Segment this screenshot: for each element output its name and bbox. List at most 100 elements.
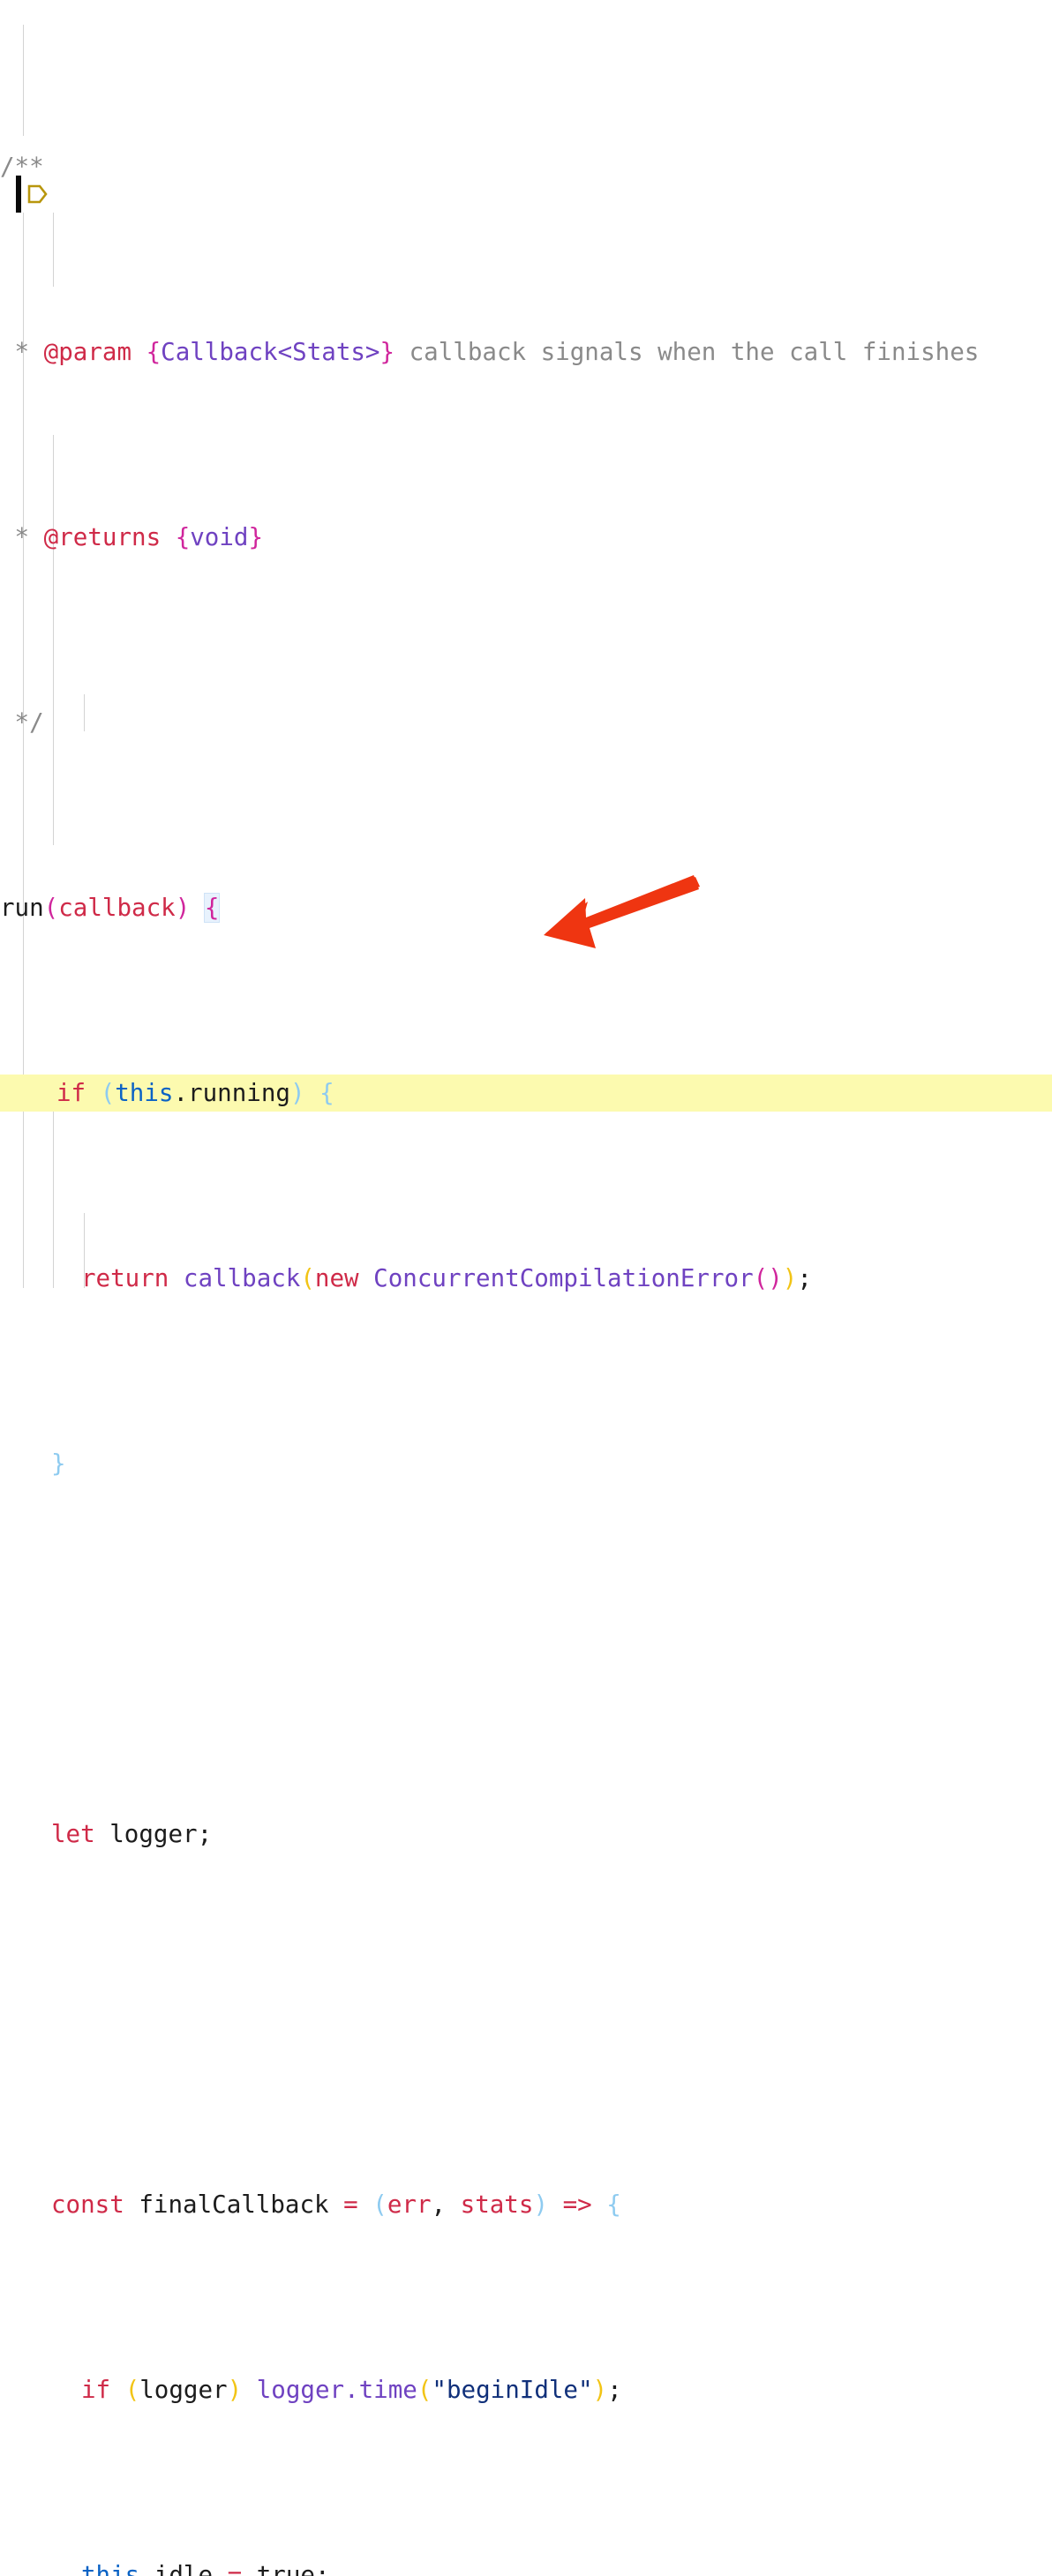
code-token-property: idle — [154, 2561, 214, 2576]
code-editor[interactable]: /** * @param {Callback<Stats>} callback … — [0, 0, 1052, 2576]
code-token-dot: . — [344, 2376, 359, 2404]
code-token-paren: ) — [227, 2376, 243, 2404]
code-token-keyword: const — [51, 2190, 124, 2219]
code-line[interactable]: run(callback) { — [0, 889, 1052, 926]
code-token-type: Callback<Stats> — [161, 338, 380, 366]
code-token-arrow: => — [562, 2190, 592, 2219]
code-token-comment: * — [0, 338, 44, 366]
code-token-paren: ) — [768, 1264, 783, 1292]
code-token-keyword: return — [81, 1264, 169, 1292]
code-token-dot: . — [139, 2561, 154, 2576]
code-token-function: run — [0, 894, 44, 922]
code-token-function: callback — [183, 1264, 301, 1292]
code-line-blank[interactable] — [0, 1630, 1052, 1667]
code-token-this: this — [115, 1079, 174, 1107]
code-token-dot: . — [173, 1079, 189, 1107]
code-token-comment: */ — [0, 708, 44, 737]
code-token-semicolon: ; — [797, 1264, 812, 1292]
code-token-paren: ( — [300, 1264, 315, 1292]
code-content[interactable]: /** * @param {Callback<Stats>} callback … — [0, 0, 1052, 2576]
code-token-identifier: logger — [139, 2376, 228, 2404]
code-token-doctag: @param — [43, 338, 132, 366]
code-token-string: "beginIdle" — [432, 2376, 593, 2404]
code-token-brace: } — [379, 338, 395, 366]
code-token-paren: ( — [753, 1264, 769, 1292]
code-token-value: true — [256, 2561, 315, 2576]
code-token-brace: { — [606, 2190, 621, 2219]
text-cursor — [16, 176, 21, 213]
code-line[interactable]: */ — [0, 704, 1052, 741]
code-token-paren: ) — [533, 2190, 548, 2219]
code-line[interactable]: this.idle = true; — [0, 2557, 1052, 2576]
code-token-brace: { — [319, 1079, 334, 1107]
code-line[interactable]: if (logger) logger.time("beginIdle"); — [0, 2371, 1052, 2408]
code-token-identifier: finalCallback — [139, 2190, 329, 2219]
code-token-keyword: new — [314, 1264, 359, 1292]
code-token-keyword: if — [81, 2376, 111, 2404]
code-token-paren: ( — [417, 2376, 432, 2404]
code-token-operator: = — [343, 2190, 358, 2219]
code-token-brace: { — [175, 523, 191, 551]
code-token-param: stats — [460, 2190, 534, 2219]
code-line[interactable]: /** — [0, 148, 1052, 185]
code-token-type: void — [190, 523, 249, 551]
code-token-paren: ) — [289, 1079, 305, 1107]
code-line[interactable]: } — [0, 1445, 1052, 1482]
code-token-comma: , — [431, 2190, 461, 2219]
code-token-semicolon: ; — [197, 1820, 213, 1848]
code-line[interactable]: * @param {Callback<Stats>} callback sign… — [0, 333, 1052, 371]
code-token-operator: = — [227, 2561, 243, 2576]
code-token-class: ConcurrentCompilationError — [373, 1264, 754, 1292]
code-line[interactable]: const finalCallback = (err, stats) => { — [0, 2186, 1052, 2223]
code-line[interactable]: return callback(new ConcurrentCompilatio… — [0, 1260, 1052, 1297]
code-token-paren: ( — [43, 894, 59, 922]
code-token-this: this — [81, 2561, 140, 2576]
code-token-paren: ( — [372, 2190, 387, 2219]
code-token-keyword: if — [56, 1079, 86, 1107]
code-token-brace: } — [51, 1449, 66, 1478]
code-token-paren: ) — [175, 894, 191, 922]
code-token-paren: ( — [124, 2376, 140, 2404]
code-token-paren: ) — [592, 2376, 608, 2404]
code-line[interactable]: let logger; — [0, 1816, 1052, 1853]
code-token-semicolon: ; — [314, 2561, 330, 2576]
code-token-property: running — [188, 1079, 290, 1107]
code-token-param: err — [387, 2190, 432, 2219]
code-token-param: callback — [58, 894, 176, 922]
code-token-keyword: let — [51, 1820, 95, 1848]
code-token-paren: ) — [782, 1264, 798, 1292]
code-token-semicolon: ; — [607, 2376, 622, 2404]
code-line-highlighted[interactable]: if (this.running) { — [0, 1075, 1052, 1112]
code-token-comment: /** — [0, 153, 44, 181]
code-token-comment: callback signals when the call finishes — [394, 338, 980, 366]
code-token-brace-match: { — [203, 893, 221, 923]
code-token-comment: * — [0, 523, 44, 551]
run-to-line-marker[interactable] — [25, 182, 49, 206]
code-line-blank[interactable] — [0, 2001, 1052, 2038]
code-token-object: logger — [256, 2376, 345, 2404]
code-token-brace: } — [248, 523, 264, 551]
code-line[interactable]: * @returns {void} — [0, 519, 1052, 556]
code-token-identifier: logger — [109, 1820, 198, 1848]
code-token-paren: ( — [100, 1079, 116, 1107]
code-token-method: time — [358, 2376, 417, 2404]
code-token-brace: { — [146, 338, 162, 366]
code-token-doctag: @returns — [43, 523, 162, 551]
